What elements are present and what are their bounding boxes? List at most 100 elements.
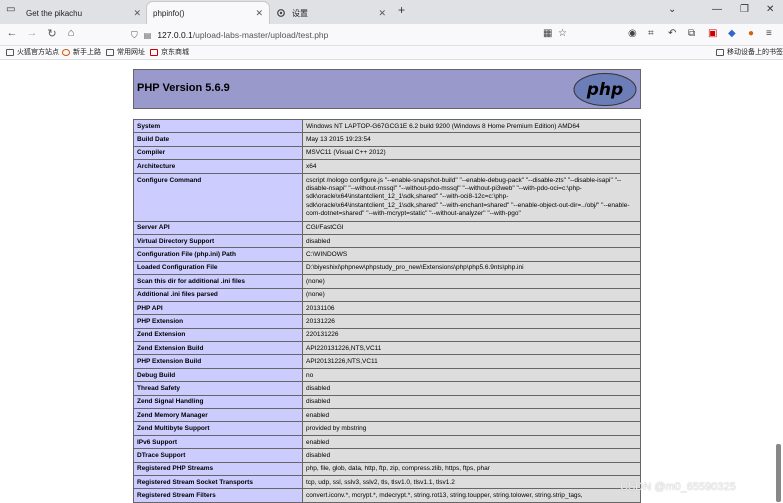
table-row: Registered PHP Streams php, file, glob, d… xyxy=(133,461,641,476)
row-key: Loaded Configuration File xyxy=(133,260,303,276)
extension-badge-2-icon[interactable]: ◆ xyxy=(728,28,736,39)
shield-icon[interactable]: ⛉ xyxy=(131,30,138,41)
close-window-button[interactable]: ✕ xyxy=(766,4,774,15)
table-row: Debug Build no xyxy=(133,367,641,383)
bookmark-label: 新手上路 xyxy=(73,49,101,56)
table-row: PHP Extension Build API20131226,NTS,VC11 xyxy=(133,354,641,369)
table-row: Build Date May 13 2015 19:23:54 xyxy=(133,132,641,147)
table-row: Zend Extension 220131226 xyxy=(133,327,641,343)
bookmarks-bar: 火狐官方站点 新手上路 常用网址 京东商城 移动设备上的书签 xyxy=(0,46,783,60)
table-row: Configuration File (php.ini) Path C:\WIND… xyxy=(133,247,641,262)
row-key: Compiler xyxy=(133,145,303,161)
extensions-icon[interactable]: ⧉ xyxy=(688,28,695,39)
row-key: IPv6 Support xyxy=(133,434,303,450)
bookmark-common[interactable]: 常用网址 xyxy=(106,47,145,57)
jd-icon xyxy=(150,48,158,56)
star-icon[interactable]: ☆ xyxy=(558,28,567,39)
row-value: x64 xyxy=(302,159,641,174)
row-value: enabled xyxy=(302,408,641,423)
history-icon[interactable]: ↶ xyxy=(668,28,676,39)
row-value: Windows NT LAPTOP-G67GCG1E 6.2 build 920… xyxy=(302,118,641,134)
row-key: Scan this dir for additional .ini files xyxy=(133,274,303,289)
gear-icon xyxy=(276,8,286,18)
row-key: Configuration File (php.ini) Path xyxy=(133,247,303,262)
row-key: Architecture xyxy=(133,159,303,174)
back-button[interactable]: ← xyxy=(4,27,20,39)
bookmark-label: 京东商城 xyxy=(161,49,189,56)
fox-icon[interactable]: ● xyxy=(748,28,754,39)
row-key: Configure Command xyxy=(133,172,303,222)
table-row: Virtual Directory Support disabled xyxy=(133,233,641,249)
row-value: convert.iconv.*, mcrypt.*, mdecrypt.*, s… xyxy=(302,488,641,503)
close-tab-icon[interactable]: ✕ xyxy=(378,8,386,19)
reload-button[interactable]: ↻ xyxy=(44,27,60,40)
table-row: PHP Extension 20131226 xyxy=(133,314,641,329)
table-row: Registered Stream Socket Transports tcp, … xyxy=(133,474,641,490)
tab-list-icon[interactable]: ▭ xyxy=(6,4,15,15)
table-row: Server API CGI/FastCGI xyxy=(133,220,641,235)
row-value: no xyxy=(302,367,641,383)
account-icon[interactable]: ◉ xyxy=(628,28,637,39)
mobile-bookmarks[interactable]: 移动设备上的书签 xyxy=(716,47,783,57)
new-tab-button[interactable]: + xyxy=(398,3,405,17)
tab-pikachu[interactable]: Get the pikachu ✕ xyxy=(20,2,147,24)
table-row: Loaded Configuration File D:\biyeshixi\ph… xyxy=(133,260,641,276)
row-value: tcp, udp, ssl, sslv3, sslv2, tls, tlsv1.… xyxy=(302,474,641,490)
tab-settings[interactable]: 设置 ✕ xyxy=(270,2,392,24)
url-path: /upload-labs-master/upload/test.php xyxy=(192,30,329,40)
row-key: Build Date xyxy=(133,132,303,147)
table-row: Zend Memory Manager enabled xyxy=(133,408,641,423)
tab-label: phpinfo() xyxy=(153,8,185,18)
minimize-button[interactable]: — xyxy=(712,4,722,15)
row-key: Zend Extension xyxy=(133,327,303,343)
bookmark-newbie[interactable]: 新手上路 xyxy=(62,47,101,57)
extension-badge-icon[interactable]: ▣ xyxy=(708,28,717,39)
tab-label: 设置 xyxy=(292,8,308,18)
table-row: Registered Stream Filters convert.iconv.*… xyxy=(133,488,641,503)
home-icon[interactable]: ⌂ xyxy=(63,27,79,39)
tab-phpinfo[interactable]: phpinfo() ✕ xyxy=(147,2,269,24)
row-key: DTrace Support xyxy=(133,448,303,463)
bookmark-jd[interactable]: 京东商城 xyxy=(150,47,189,57)
address-bar[interactable]: ⛉ ▤ 127.0.0.1 /upload-labs-master/upload… xyxy=(131,27,571,43)
chevron-down-icon[interactable]: ⌄ xyxy=(668,4,676,15)
row-value: D:\biyeshixi\phpnew\phpstudy_pro_new\Ext… xyxy=(302,260,641,276)
folder-icon xyxy=(6,48,14,56)
row-key: Debug Build xyxy=(133,367,303,383)
row-value: MSVC11 (Visual C++ 2012) xyxy=(302,145,641,161)
scrollbar-thumb[interactable] xyxy=(776,444,781,502)
qr-code-icon[interactable]: ▦ xyxy=(543,28,552,39)
close-tab-icon[interactable]: ✕ xyxy=(255,8,263,19)
row-value: (none) xyxy=(302,287,641,302)
maximize-button[interactable]: ❐ xyxy=(740,4,749,15)
row-value: (none) xyxy=(302,274,641,289)
bookmark-label: 常用网址 xyxy=(117,49,145,56)
row-key: Zend Memory Manager xyxy=(133,408,303,423)
page-info-icon[interactable]: ▤ xyxy=(144,31,152,40)
row-value: API220131226,NTS,VC11 xyxy=(302,341,641,356)
table-row: IPv6 Support enabled xyxy=(133,434,641,450)
row-value: provided by mbstring xyxy=(302,421,641,436)
forward-button[interactable]: → xyxy=(24,27,40,39)
crop-icon[interactable]: ⌗ xyxy=(648,28,654,39)
table-row: Zend Multibyte Support provided by mbstri… xyxy=(133,421,641,436)
table-row: Architecture x64 xyxy=(133,159,641,174)
close-tab-icon[interactable]: ✕ xyxy=(133,8,141,19)
row-value: 20131106 xyxy=(302,300,641,316)
row-value: disabled xyxy=(302,381,641,396)
table-row: PHP API 20131106 xyxy=(133,300,641,316)
row-key: Registered PHP Streams xyxy=(133,461,303,476)
row-value: php, file, glob, data, http, ftp, zip, c… xyxy=(302,461,641,476)
menu-icon[interactable]: ≡ xyxy=(766,28,772,39)
table-row: Zend Signal Handling disabled xyxy=(133,394,641,410)
row-key: PHP API xyxy=(133,300,303,316)
row-key: Additional .ini files parsed xyxy=(133,287,303,302)
row-value: disabled xyxy=(302,233,641,249)
row-key: System xyxy=(133,118,303,134)
row-value: 220131226 xyxy=(302,327,641,343)
table-row: Zend Extension Build API220131226,NTS,VC1… xyxy=(133,341,641,356)
bookmark-firefox[interactable]: 火狐官方站点 xyxy=(6,47,59,57)
folder-icon xyxy=(106,48,114,56)
table-row: Configure Command cscript /nologo configu… xyxy=(133,172,641,222)
row-value: cscript /nologo configure.js "--enable-s… xyxy=(302,172,641,222)
